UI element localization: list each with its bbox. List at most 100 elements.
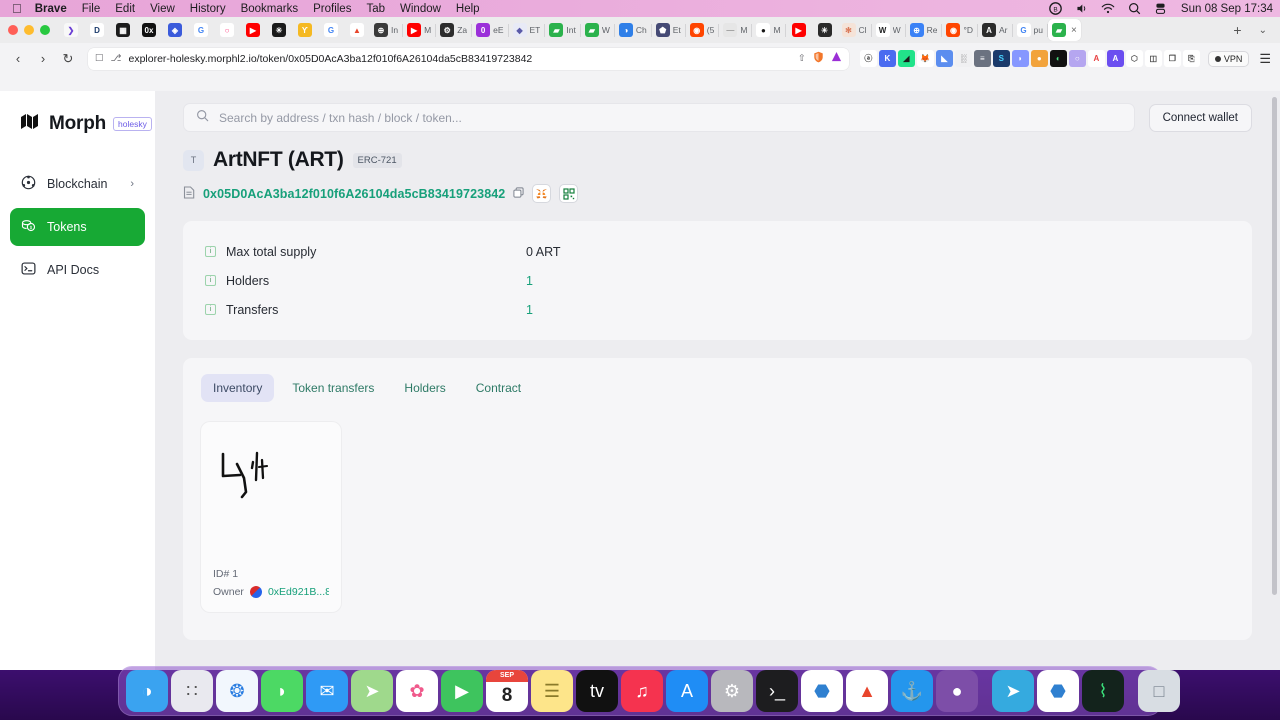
menu-bookmarks[interactable]: Bookmarks	[241, 3, 299, 15]
browser-tab[interactable]: ▦	[110, 19, 136, 41]
share-icon[interactable]: ⇧	[798, 53, 806, 64]
split-view-extension[interactable]: ⎘	[1182, 50, 1200, 67]
browser-tab[interactable]: Gpu	[1013, 19, 1047, 41]
sidebar-item-api-docs[interactable]: API Docs	[10, 251, 145, 289]
tab-list-chevron-icon[interactable]: ⌄	[1250, 25, 1276, 36]
browser-tab[interactable]: ⚙ Za	[436, 19, 471, 41]
dock-item-terminal[interactable]: ›_	[756, 670, 798, 712]
spotlight-search-icon[interactable]	[1128, 2, 1141, 15]
reload-button[interactable]: ↻	[57, 48, 79, 70]
sidebar-item-tokens[interactable]: $ Tokens	[10, 208, 145, 246]
grammarly-extension[interactable]: A	[1106, 50, 1124, 67]
coin-extension[interactable]: ○	[1068, 50, 1086, 67]
browser-tab[interactable]: ◈	[162, 19, 188, 41]
browser-tab[interactable]: ▶	[786, 19, 812, 41]
vpn-button[interactable]: VPN	[1207, 50, 1250, 67]
safepal-extension[interactable]: S	[992, 50, 1010, 67]
phantom-extension[interactable]: ◢	[897, 50, 915, 67]
minimize-window-button[interactable]	[24, 25, 34, 35]
dock-item-calendar[interactable]: SEP 8	[486, 670, 528, 712]
token-address-link[interactable]: 0x05D0AcA3ba12f010f6A26104da5cB834197238…	[203, 187, 505, 201]
phantom2-extension[interactable]: ◐	[1049, 50, 1067, 67]
page-scrollbar[interactable]	[1272, 97, 1277, 595]
copy-icon[interactable]	[513, 186, 524, 201]
dock-item-system-settings[interactable]: ⚙	[711, 670, 753, 712]
browser-tab[interactable]: G	[318, 19, 344, 41]
browser-tab[interactable]: 0 eE	[472, 19, 507, 41]
zerion-extension[interactable]: ≡	[973, 50, 991, 67]
dock-item-notes[interactable]: ☰	[531, 670, 573, 712]
menu-profiles[interactable]: Profiles	[313, 3, 351, 15]
dock-item-mail[interactable]: ✉	[306, 670, 348, 712]
browser-tab[interactable]: ▰ Int	[545, 19, 579, 41]
menu-window[interactable]: Window	[400, 3, 441, 15]
dock-item-app-store[interactable]: A	[666, 670, 708, 712]
browser-tab[interactable]: ✳	[266, 19, 292, 41]
tab-token-transfers[interactable]: Token transfers	[280, 374, 386, 402]
browser-tab[interactable]: ⊕ In	[370, 19, 402, 41]
dock-item-trash[interactable]: □	[1138, 670, 1180, 712]
close-window-button[interactable]	[8, 25, 18, 35]
metamask-fox-icon[interactable]	[532, 184, 552, 203]
nft-card[interactable]: ID# 1 Owner 0xEd921B...84C	[201, 422, 341, 612]
connect-wallet-button[interactable]: Connect wallet	[1148, 103, 1252, 132]
dock-item-docker[interactable]: ⚓	[891, 670, 933, 712]
dock-item-messages[interactable]: ◗	[261, 670, 303, 712]
browser-tab[interactable]: ● M	[752, 19, 784, 41]
url-text[interactable]: explorer-holesky.morphl2.io/token/0x05D0…	[128, 53, 790, 65]
browser-tab[interactable]: ▰ W	[581, 19, 614, 41]
tab-holders[interactable]: Holders	[392, 374, 457, 402]
browser-tab[interactable]: ❯	[58, 19, 84, 41]
browser-tab[interactable]: ◑ Ch	[615, 19, 651, 41]
browser-tab[interactable]: ◆ ET	[509, 19, 545, 41]
browser-tab[interactable]: Ƴ	[292, 19, 318, 41]
dock-item-music[interactable]: ♫	[621, 670, 663, 712]
shields-icon[interactable]	[813, 51, 824, 66]
bluebird-extension[interactable]: ◣	[935, 50, 953, 67]
dock-item-photos[interactable]: ✿	[396, 670, 438, 712]
volume-icon[interactable]	[1075, 2, 1088, 15]
browser-tab[interactable]: ⬟ Et	[652, 19, 685, 41]
menu-brave[interactable]: Brave	[35, 3, 67, 15]
control-center-icon[interactable]	[1154, 2, 1167, 15]
cloud-extension[interactable]: ⬡	[1125, 50, 1143, 67]
dock-item-vscode[interactable]: ⬣	[801, 670, 843, 712]
sidebar-extension[interactable]: ◫	[1144, 50, 1162, 67]
dock-item-apple-tv[interactable]: tv	[576, 670, 618, 712]
info-icon[interactable]: i	[205, 275, 216, 286]
browser-tab[interactable]: ▶	[240, 19, 266, 41]
forward-button[interactable]: ›	[32, 48, 54, 70]
tab-inventory[interactable]: Inventory	[201, 374, 275, 402]
close-tab-icon[interactable]: ×	[1071, 25, 1077, 36]
apple-menu-icon[interactable]: 	[12, 2, 22, 15]
lion-icon[interactable]	[831, 51, 842, 66]
brand-block[interactable]: Morph holesky	[10, 105, 152, 135]
browser-tab[interactable]: ▲	[344, 19, 370, 41]
dock-item-maps[interactable]: ➤	[351, 670, 393, 712]
browser-tab[interactable]: 0x	[136, 19, 162, 41]
menu-help[interactable]: Help	[456, 3, 480, 15]
address-bar[interactable]: ☐ ⎇ explorer-holesky.morphl2.io/token/0x…	[88, 47, 849, 70]
avalanche-extension[interactable]: A	[1087, 50, 1105, 67]
qr-code-icon[interactable]	[559, 184, 579, 203]
browser-tab[interactable]: D	[84, 19, 110, 41]
orange-extension[interactable]: ●	[1030, 50, 1048, 67]
menu-view[interactable]: View	[150, 3, 175, 15]
browser-tab[interactable]: ▰ ×	[1047, 19, 1081, 41]
dock-item-brave-browser[interactable]: ▲	[846, 670, 888, 712]
site-settings-icon[interactable]: ⎇	[111, 53, 122, 64]
browser-tab[interactable]: — M	[719, 19, 751, 41]
tab-contract[interactable]: Contract	[464, 374, 533, 402]
browser-tab[interactable]: WW	[872, 19, 905, 41]
picture-in-picture-extension[interactable]: ❐	[1163, 50, 1181, 67]
browser-tab[interactable]: A Ar	[978, 19, 1012, 41]
browser-tab[interactable]: ◉ (5	[686, 19, 719, 41]
qr-extension[interactable]: ░	[954, 50, 972, 67]
info-icon[interactable]: i	[205, 304, 216, 315]
wifi-icon[interactable]	[1101, 2, 1115, 15]
menu-history[interactable]: History	[190, 3, 226, 15]
browser-tab[interactable]: ▶ M	[403, 19, 435, 41]
maximize-window-button[interactable]	[40, 25, 50, 35]
browser-tab[interactable]: ◉ °D	[942, 19, 977, 41]
owner-address-link[interactable]: 0xEd921B...84C	[268, 586, 329, 598]
